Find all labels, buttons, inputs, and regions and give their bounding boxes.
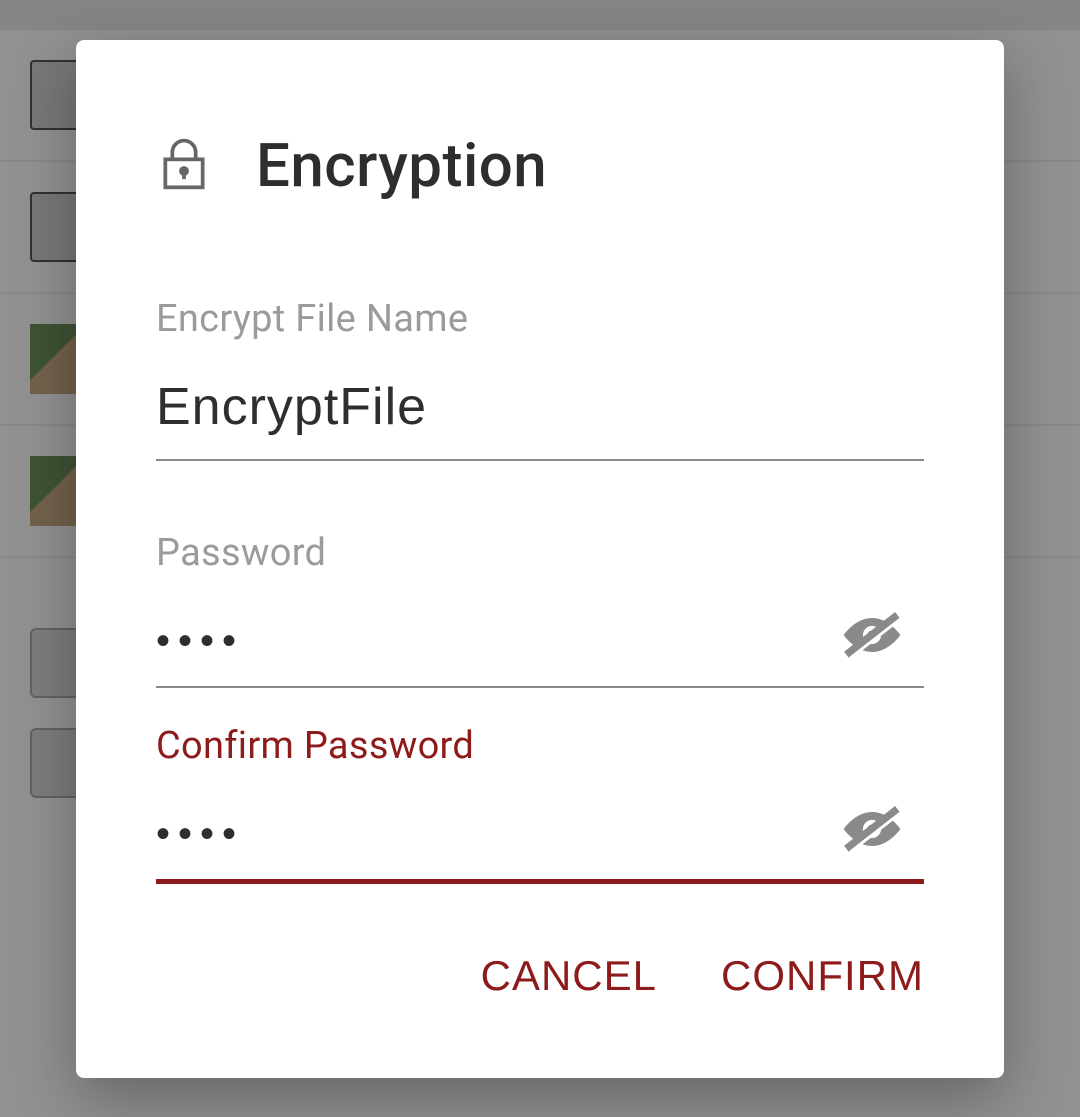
dialog-title: Encryption (256, 130, 547, 201)
filename-label: Encrypt File Name (156, 297, 924, 341)
eye-off-icon (838, 843, 906, 858)
toggle-confirm-visibility-button[interactable] (828, 793, 916, 868)
password-field-group: Password (156, 531, 924, 688)
dialog-header: Encryption (156, 40, 924, 201)
lock-icon (156, 136, 212, 196)
confirm-password-input[interactable] (156, 792, 924, 884)
confirm-password-field-group: Confirm Password (156, 724, 924, 884)
eye-off-icon (838, 649, 906, 664)
toggle-password-visibility-button[interactable] (828, 599, 916, 674)
filename-field-group: Encrypt File Name (156, 297, 924, 461)
password-label: Password (156, 531, 924, 575)
password-input[interactable] (156, 599, 924, 688)
filename-input[interactable] (156, 365, 924, 461)
confirm-password-label: Confirm Password (156, 724, 924, 768)
confirm-button[interactable]: CONFIRM (721, 952, 924, 1000)
cancel-button[interactable]: CANCEL (481, 952, 657, 1000)
encryption-dialog: Encryption Encrypt File Name Password (76, 40, 1004, 1078)
dialog-button-row: CANCEL CONFIRM (156, 952, 924, 1078)
